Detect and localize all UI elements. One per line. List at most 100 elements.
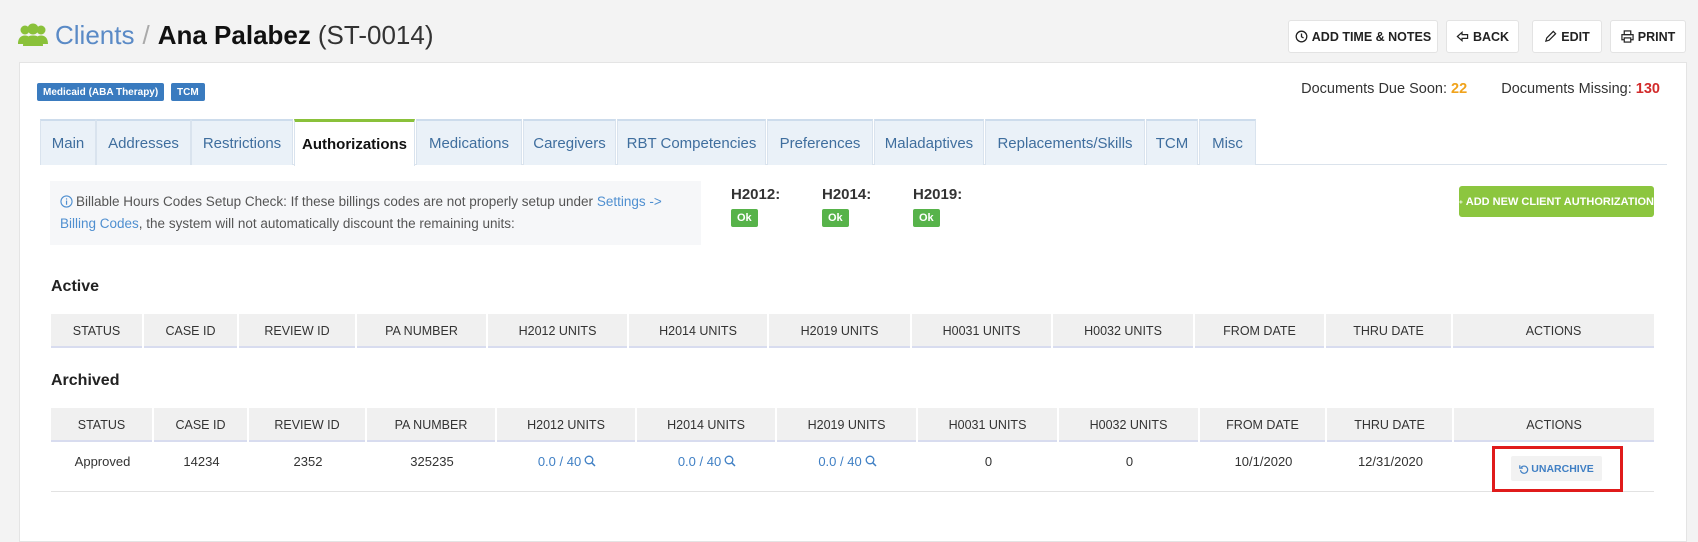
documents-due-soon-label: Documents Due Soon: — [1301, 81, 1447, 97]
badge-medicaid: Medicaid (ABA Therapy) — [37, 83, 165, 101]
add-new-client-authorization-button[interactable]: ADD NEW CLIENT AUTHORIZATION — [1459, 186, 1654, 217]
add-auth-label: ADD NEW CLIENT AUTHORIZATION — [1465, 195, 1654, 208]
table-header: STATUS CASE ID REVIEW ID PA NUMBER H2012… — [51, 408, 1654, 442]
col-pa-number[interactable]: PA NUMBER — [367, 408, 497, 442]
client-code: (ST-0014) — [317, 19, 434, 50]
col-h0032-units[interactable]: H0032 UNITS — [1053, 314, 1195, 348]
cell-h2014-units[interactable]: 0.0 / 40 — [637, 444, 777, 478]
tab-preferences[interactable]: Preferences — [767, 119, 873, 165]
info-icon — [60, 195, 73, 208]
back-label: BACK — [1472, 29, 1510, 44]
search-icon[interactable] — [584, 455, 596, 467]
col-pa-number[interactable]: PA NUMBER — [357, 314, 488, 348]
cell-h2019-units[interactable]: 0.0 / 40 — [777, 444, 918, 478]
tab-replacements-skills[interactable]: Replacements/Skills — [985, 119, 1145, 165]
col-h0031-units[interactable]: H0031 UNITS — [918, 408, 1059, 442]
documents-missing-label: Documents Missing: — [1501, 81, 1632, 97]
units-value: 0.0 / 40 — [677, 453, 722, 469]
documents-due-soon-count[interactable]: 22 — [1451, 81, 1467, 97]
arrow-left-icon — [1456, 30, 1469, 43]
code-status-h2014: H2014: Ok — [822, 186, 872, 227]
cell-from-date: 10/1/2020 — [1234, 453, 1293, 469]
col-h2019-units[interactable]: H2019 UNITS — [777, 408, 918, 442]
users-icon — [18, 23, 48, 46]
info-text-after: , the system will not automatically disc… — [138, 216, 515, 231]
add-time-notes-button[interactable]: ADD TIME & NOTES — [1288, 20, 1438, 53]
col-thru-date[interactable]: THRU DATE — [1326, 314, 1453, 348]
client-name: Ana Palabez — [157, 19, 311, 50]
units-value: 0.0 / 40 — [537, 453, 582, 469]
page-title: Clients / Ana Palabez (ST-0014) — [17, 18, 434, 52]
edit-label: EDIT — [1561, 29, 1590, 44]
col-review-id[interactable]: REVIEW ID — [249, 408, 367, 442]
breadcrumb-separator: / — [142, 19, 150, 50]
col-h0032-units[interactable]: H0032 UNITS — [1059, 408, 1200, 442]
edit-button[interactable]: EDIT — [1532, 20, 1602, 53]
code-ok-badge: Ok — [822, 209, 849, 227]
cell-review-id: 2352 — [293, 453, 323, 469]
code-label: H2014: — [822, 186, 872, 203]
col-review-id[interactable]: REVIEW ID — [239, 314, 357, 348]
documents-summary: Documents Due Soon: 22 Documents Missing… — [1301, 81, 1660, 97]
tab-tcm[interactable]: TCM — [1146, 119, 1198, 165]
col-actions: ACTIONS — [1525, 324, 1582, 338]
code-ok-badge: Ok — [913, 209, 940, 227]
cell-status: Approved — [74, 453, 131, 469]
plus-icon — [1459, 199, 1463, 204]
badge-tcm: TCM — [171, 83, 205, 101]
col-thru-date[interactable]: THRU DATE — [1327, 408, 1454, 442]
col-h2019-units[interactable]: H2019 UNITS — [769, 314, 912, 348]
col-h2012-units[interactable]: H2012 UNITS — [488, 314, 629, 348]
add-time-notes-label: ADD TIME & NOTES — [1311, 29, 1432, 44]
col-h2014-units[interactable]: H2014 UNITS — [637, 408, 777, 442]
cell-h0031-units: 0 — [984, 453, 993, 469]
cell-h0032-units: 0 — [1125, 453, 1134, 469]
active-section-title: Active — [51, 278, 100, 295]
units-value: 0.0 / 40 — [818, 453, 862, 469]
printer-icon — [1621, 30, 1634, 43]
tab-authorizations[interactable]: Authorizations — [294, 119, 415, 166]
documents-missing-count[interactable]: 130 — [1636, 81, 1660, 97]
print-label: PRINT — [1637, 29, 1676, 44]
billing-codes-info: Billable Hours Codes Setup Check: If the… — [50, 181, 701, 245]
tab-caregivers[interactable]: Caregivers — [523, 119, 616, 165]
tab-main[interactable]: Main — [40, 119, 96, 165]
col-from-date[interactable]: FROM DATE — [1200, 408, 1327, 442]
archived-section-title: Archived — [51, 372, 120, 389]
billing-codes-link[interactable]: Billing Codes — [60, 216, 139, 231]
search-icon[interactable] — [865, 455, 877, 467]
col-status[interactable]: STATUS — [51, 408, 154, 442]
cell-case-id: 14234 — [183, 453, 220, 469]
cell-thru-date: 12/31/2020 — [1357, 453, 1424, 469]
cell-pa-number: 325235 — [410, 453, 454, 469]
col-h0031-units[interactable]: H0031 UNITS — [912, 314, 1053, 348]
breadcrumb-clients[interactable]: Clients — [55, 20, 134, 51]
clock-icon — [1295, 30, 1308, 43]
info-text-before: Billable Hours Codes Setup Check: If the… — [76, 194, 594, 209]
col-h2012-units[interactable]: H2012 UNITS — [497, 408, 637, 442]
tab-maladaptives[interactable]: Maladaptives — [874, 119, 984, 165]
code-label: H2019: — [913, 186, 963, 203]
code-status-h2019: H2019: Ok — [913, 186, 963, 227]
tab-misc[interactable]: Misc — [1199, 119, 1256, 165]
tab-rbt-competencies[interactable]: RBT Competencies — [617, 119, 766, 165]
table-row: Approved 14234 2352 325235 0.0 / 40 0.0 … — [51, 444, 1654, 492]
col-actions: ACTIONS — [1526, 418, 1582, 432]
col-from-date[interactable]: FROM DATE — [1195, 314, 1326, 348]
cell-h2012-units[interactable]: 0.0 / 40 — [497, 444, 637, 478]
col-status[interactable]: STATUS — [51, 314, 144, 348]
code-status-h2012: H2012: Ok — [731, 186, 781, 227]
search-icon[interactable] — [724, 455, 736, 467]
code-label: H2012: — [731, 186, 781, 203]
highlight-box — [1492, 446, 1623, 492]
code-ok-badge: Ok — [731, 209, 758, 227]
print-button[interactable]: PRINT — [1610, 20, 1686, 53]
col-h2014-units[interactable]: H2014 UNITS — [629, 314, 769, 348]
tab-addresses[interactable]: Addresses — [96, 119, 191, 165]
tab-restrictions[interactable]: Restrictions — [191, 119, 293, 165]
col-case-id[interactable]: CASE ID — [144, 314, 239, 348]
settings-link[interactable]: Settings -> — [597, 194, 662, 209]
col-case-id[interactable]: CASE ID — [154, 408, 249, 442]
tab-medications[interactable]: Medications — [416, 119, 522, 165]
back-button[interactable]: BACK — [1446, 20, 1519, 53]
